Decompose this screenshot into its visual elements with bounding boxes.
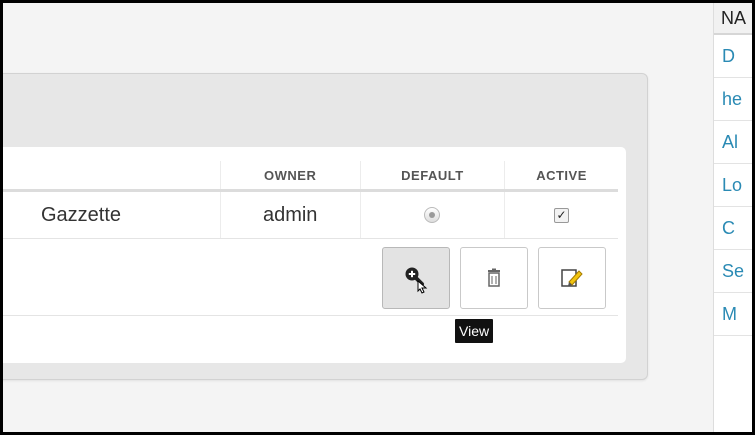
- sidebar-item[interactable]: Lo: [714, 164, 752, 207]
- edit-button[interactable]: [538, 247, 606, 309]
- zoom-in-icon: [405, 267, 428, 294]
- view-button[interactable]: [382, 247, 450, 309]
- sidebar-item[interactable]: D: [714, 35, 752, 78]
- screen: OWNER DEFAULT ACTIVE Gazzette admin ✓ Vi…: [3, 3, 752, 432]
- owner-cell: admin: [220, 190, 361, 239]
- edit-icon: [561, 269, 583, 287]
- name-header: [3, 161, 221, 192]
- sidebar-item[interactable]: he: [714, 78, 752, 121]
- sidebar-item[interactable]: C: [714, 207, 752, 250]
- actions-row: [3, 238, 618, 316]
- default-radio[interactable]: [424, 207, 441, 224]
- active-checkbox[interactable]: ✓: [554, 207, 570, 223]
- widgets-panel: OWNER DEFAULT ACTIVE Gazzette admin ✓: [3, 73, 648, 380]
- active-cell: ✓: [504, 190, 618, 239]
- main-area: OWNER DEFAULT ACTIVE Gazzette admin ✓ Vi…: [3, 3, 713, 432]
- owner-header: OWNER: [220, 161, 361, 192]
- table-row: Gazzette admin ✓: [3, 190, 618, 239]
- sidebar-item[interactable]: M: [714, 293, 752, 336]
- default-header: DEFAULT: [360, 161, 506, 192]
- sidebar-header: NA: [714, 3, 752, 35]
- actions-cell: [3, 238, 618, 316]
- sidebar-item[interactable]: Se: [714, 250, 752, 293]
- delete-button[interactable]: [460, 247, 528, 309]
- name-cell: Gazzette: [3, 190, 221, 239]
- default-cell: [360, 190, 506, 239]
- active-header: ACTIVE: [504, 161, 618, 192]
- view-tooltip: View: [455, 319, 494, 343]
- sidebar-item[interactable]: Al: [714, 121, 752, 164]
- trash-icon: [488, 268, 500, 287]
- panel-body: OWNER DEFAULT ACTIVE Gazzette admin ✓: [3, 147, 626, 363]
- widget-table: OWNER DEFAULT ACTIVE Gazzette admin ✓: [3, 161, 618, 316]
- row-actions: [382, 247, 606, 309]
- sidebar: NA D he Al Lo C Se M: [713, 3, 752, 432]
